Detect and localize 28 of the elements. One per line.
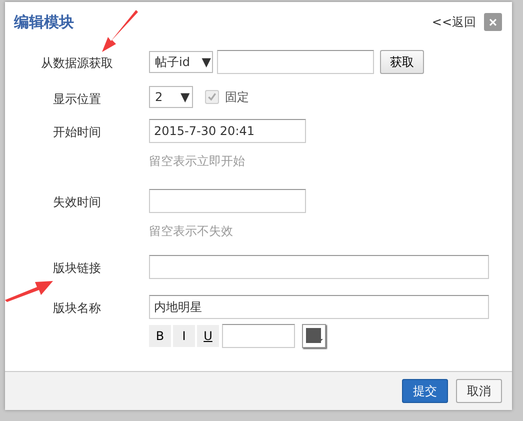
start-time-field[interactable]: 2015-7-30 20:41 [149,119,306,143]
name-field[interactable]: 内地明星 [149,295,489,319]
field-label: 从数据源获取 [40,55,114,72]
format-button[interactable]: I [173,325,195,347]
hint-text: 留空表示不失效 [149,223,233,240]
size-field[interactable] [222,324,295,348]
field-label: 版块名称 [52,300,102,317]
field-label: 显示位置 [52,91,102,108]
source-id-field[interactable] [217,50,374,74]
end-time-field[interactable] [149,189,306,213]
color-picker[interactable] [302,324,326,348]
hint-text: 留空表示立即开始 [149,153,245,170]
fixed-label: 固定 [225,88,249,106]
link-field[interactable] [149,255,489,279]
annotation-arrow [4,278,54,302]
cancel-button[interactable]: 取消 [456,379,502,403]
format-button[interactable]: B [149,325,171,347]
back-link[interactable]: <<返回 [432,14,476,30]
position-select[interactable]: 2 ▼ [149,86,193,108]
field-label: 失效时间 [52,194,102,211]
fetch-button[interactable]: 获取 [380,50,424,74]
source-select[interactable]: 帖子id ▼ [149,51,213,73]
dialog-title: 编辑模块 [14,12,74,32]
submit-button[interactable]: 提交 [402,379,448,403]
field-label: 版块链接 [52,260,102,277]
format-button[interactable]: U [197,325,219,347]
field-label: 开始时间 [52,124,102,141]
annotation-arrow [100,10,140,54]
